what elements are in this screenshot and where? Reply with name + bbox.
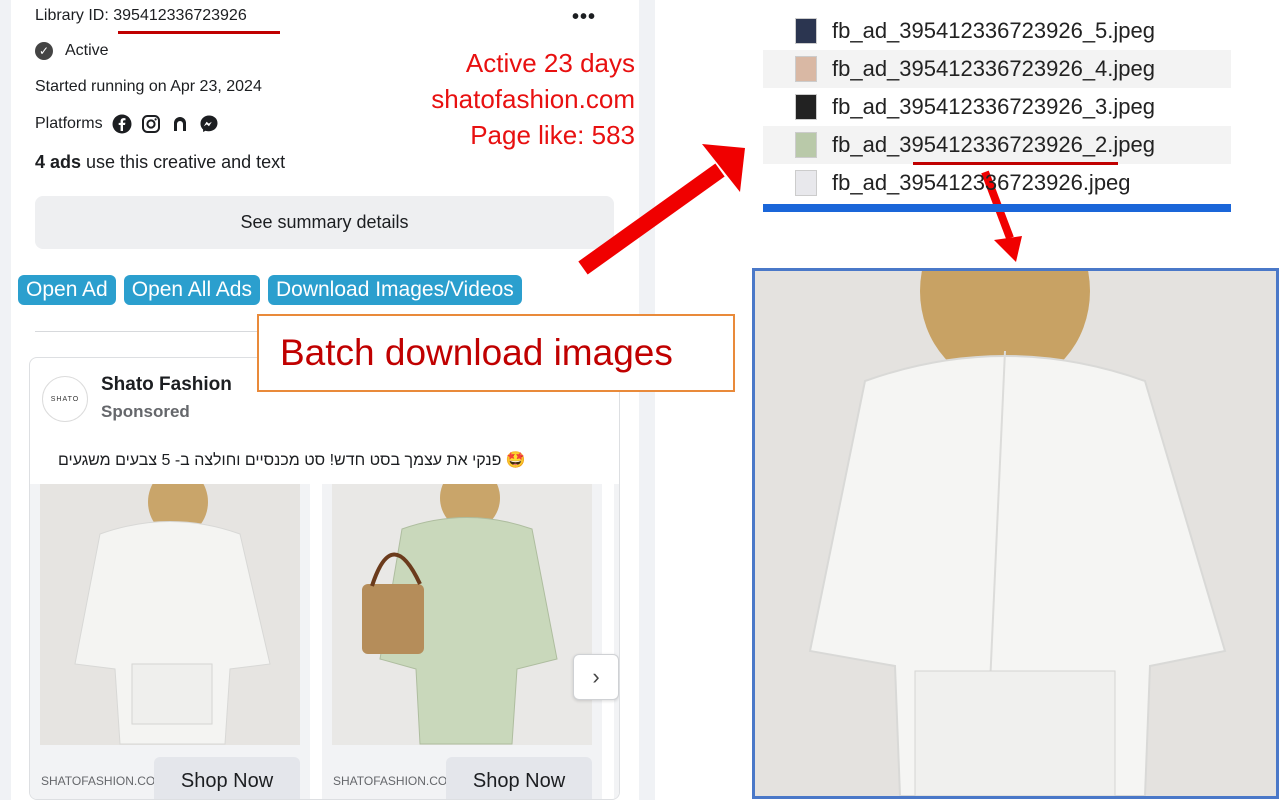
carousel: SHATOFASHION.COI Shop Now SHATOFASHION.C… bbox=[30, 484, 619, 799]
file-name: fb_ad_395412336723926.jpeg bbox=[832, 170, 1131, 195]
file-name: fb_ad_395412336723926_3.jpeg bbox=[832, 94, 1155, 119]
file-row[interactable]: fb_ad_395412336723926_3.jpeg bbox=[763, 88, 1231, 126]
image-file-icon bbox=[795, 56, 817, 82]
ad-body-text: 🤩 פנקי את עצמך בסט חדש! סט מכנסיים וחולצ… bbox=[58, 452, 526, 469]
file-list: fb_ad_395412336723926_5.jpeg fb_ad_39541… bbox=[763, 12, 1231, 202]
carousel-image[interactable] bbox=[332, 484, 592, 745]
annotation-batch-download: Batch download images bbox=[257, 314, 735, 392]
file-id-underline bbox=[913, 162, 1118, 165]
image-file-icon bbox=[795, 170, 817, 196]
carousel-domain: SHATOFASHION.COI bbox=[41, 774, 159, 788]
shop-now-button[interactable]: Shop Now bbox=[446, 757, 592, 799]
file-selection-highlight bbox=[763, 204, 1231, 212]
carousel-next-icon[interactable]: › bbox=[573, 654, 619, 700]
image-file-icon bbox=[795, 132, 817, 158]
file-row[interactable]: fb_ad_395412336723926_4.jpeg bbox=[763, 50, 1231, 88]
status-row: ✓ Active bbox=[35, 42, 109, 60]
download-images-videos-button[interactable]: Download Images/Videos bbox=[267, 275, 522, 305]
check-circle-icon: ✓ bbox=[35, 42, 53, 60]
platforms-label: Platforms bbox=[35, 115, 103, 132]
more-options-icon[interactable]: ••• bbox=[572, 6, 596, 29]
carousel-card-partial[interactable] bbox=[614, 484, 619, 799]
extension-toolbar: Open Ad Open All Ads Download Images/Vid… bbox=[18, 275, 522, 305]
carousel-footer: SHATOFASHION.COI Shop Now bbox=[30, 745, 310, 799]
annotation-page-like: Page like: 583 bbox=[470, 120, 635, 150]
image-file-icon bbox=[795, 94, 817, 120]
carousel-card[interactable]: SHATOFASHION.COI Shop Now bbox=[30, 484, 310, 799]
carousel-footer: SHATOFASHION.COI Shop Now bbox=[322, 745, 602, 799]
preview-image bbox=[752, 268, 1279, 799]
arrow-head-icon bbox=[994, 236, 1022, 262]
sponsored-label: Sponsored bbox=[101, 402, 190, 421]
platforms-row: Platforms bbox=[35, 114, 219, 134]
open-all-ads-button[interactable]: Open All Ads bbox=[123, 275, 260, 305]
carousel-card[interactable]: SHATOFASHION.COI Shop Now bbox=[322, 484, 602, 799]
file-name: fb_ad_395412336723926_5.jpeg bbox=[832, 18, 1155, 43]
page-avatar[interactable]: SHATO bbox=[42, 376, 88, 422]
ads-count-text: 4 ads use this creative and text bbox=[35, 152, 286, 172]
file-name: fb_ad_395412336723926_4.jpeg bbox=[832, 56, 1155, 81]
file-row[interactable]: fb_ad_395412336723926_2.jpeg bbox=[763, 126, 1231, 164]
audience-network-icon bbox=[170, 114, 190, 134]
annotation-stats: Active 23 days shatofashion.com Page lik… bbox=[431, 45, 635, 153]
library-id: Library ID: 395412336723926 bbox=[35, 7, 247, 24]
annotation-active-days: Active 23 days bbox=[465, 48, 635, 78]
started-running-text: Started running on Apr 23, 2024 bbox=[35, 78, 262, 95]
open-ad-button[interactable]: Open Ad bbox=[18, 275, 116, 305]
shop-now-button[interactable]: Shop Now bbox=[154, 757, 300, 799]
ad-preview-card: SHATO Shato Fashion Sponsored 🤩 פנקי את … bbox=[29, 357, 620, 800]
file-row[interactable]: fb_ad_395412336723926_5.jpeg bbox=[763, 12, 1231, 50]
screenshot-root: Library ID: 395412336723926 ••• ✓ Active… bbox=[0, 0, 1280, 800]
annotation-domain: shatofashion.com bbox=[431, 84, 635, 114]
arrow-head-icon bbox=[702, 144, 745, 192]
facebook-icon bbox=[112, 114, 132, 134]
carousel-image[interactable] bbox=[40, 484, 300, 745]
file-name: fb_ad_395412336723926_2.jpeg bbox=[832, 132, 1155, 157]
see-summary-details-button[interactable]: See summary details bbox=[35, 196, 614, 249]
carousel-domain: SHATOFASHION.COI bbox=[333, 774, 451, 788]
page-name[interactable]: Shato Fashion bbox=[101, 374, 232, 396]
file-row[interactable]: fb_ad_395412336723926.jpeg bbox=[763, 164, 1231, 202]
status-label: Active bbox=[65, 42, 109, 59]
library-id-underline bbox=[118, 31, 280, 34]
image-file-icon bbox=[795, 18, 817, 44]
messenger-icon bbox=[199, 114, 219, 134]
instagram-icon bbox=[141, 114, 161, 134]
